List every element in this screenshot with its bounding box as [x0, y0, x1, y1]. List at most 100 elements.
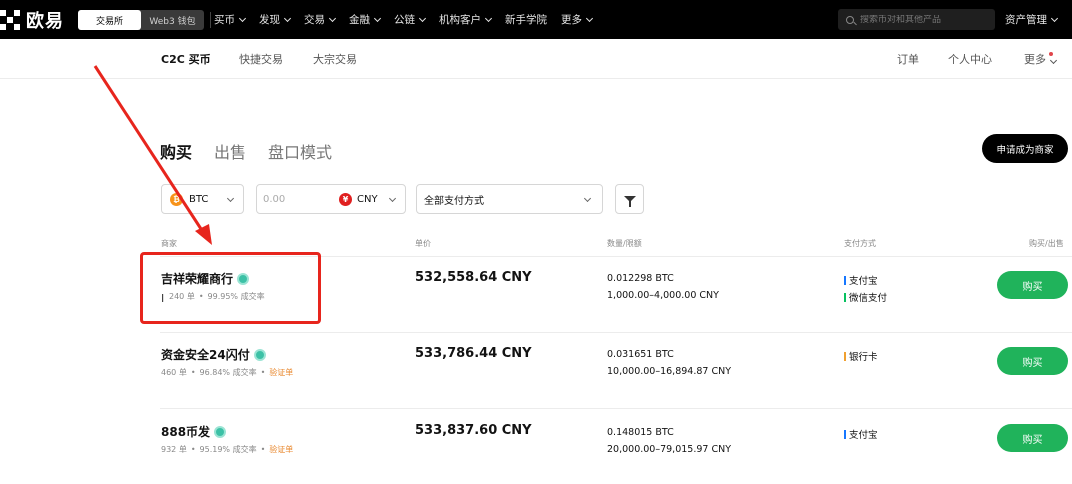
profile-link[interactable]: 个人中心: [948, 51, 992, 67]
switch-exchange[interactable]: 交易所: [78, 10, 141, 30]
fiat-value[interactable]: CNY: [357, 194, 378, 205]
amount-field[interactable]: ¥ CNY: [256, 184, 406, 214]
search-input[interactable]: [860, 14, 990, 25]
nav-buy-crypto[interactable]: 买币: [214, 12, 247, 27]
tab-c2c-buy[interactable]: C2C 买币: [161, 51, 211, 67]
merchant-name[interactable]: 资金安全24闪付: [161, 346, 266, 363]
unit-price: 533,786.44 CNY: [415, 346, 532, 361]
amount-input[interactable]: [263, 193, 333, 205]
merchant-stats: 932 单 • 95.19% 成交率 • 验证单: [161, 445, 294, 454]
payment-label: 支付宝: [849, 430, 878, 441]
order-limit: 1,000.00–4,000.00 CNY: [607, 290, 719, 301]
chevron-down-icon: [583, 194, 592, 203]
okx-logo-icon: [0, 10, 20, 30]
payment-method-select[interactable]: 全部支付方式: [416, 184, 603, 214]
col-payment: 支付方式: [844, 239, 876, 248]
coin-value: BTC: [189, 193, 209, 205]
chevron-down-icon: [328, 14, 337, 22]
nav-label: 新手学院: [505, 14, 547, 26]
tab-express[interactable]: 快捷交易: [239, 51, 283, 67]
merchant-name[interactable]: 888币发: [161, 423, 227, 440]
chevron-down-icon: [388, 194, 397, 203]
order-limit: 20,000.00–79,015.97 CNY: [607, 444, 732, 455]
buy-button[interactable]: 购买: [997, 271, 1068, 299]
assets-menu[interactable]: 资产管理: [1005, 0, 1059, 39]
tab-sell[interactable]: 出售: [214, 139, 246, 163]
nav-more[interactable]: 更多: [561, 12, 594, 27]
merchant-stats: 460 单 • 96.84% 成交率 • 验证单: [161, 368, 294, 377]
nav-institutional[interactable]: 机构客户: [439, 12, 493, 27]
nav-academy[interactable]: 新手学院: [505, 12, 547, 27]
available-quantity: 0.148015 BTC: [607, 427, 674, 438]
col-merchant: 商家: [161, 239, 177, 248]
chevron-down-icon: [283, 14, 292, 22]
bank-card-icon: [844, 351, 846, 361]
annotation-highlight-box: [140, 252, 321, 324]
chevron-down-icon: [484, 14, 493, 22]
buy-button[interactable]: 购买: [997, 347, 1068, 375]
nav-chain[interactable]: 公链: [394, 12, 427, 27]
more-label: 更多: [1024, 53, 1046, 66]
btc-icon: ₿: [170, 192, 183, 206]
product-switch[interactable]: 交易所 Web3 钱包: [78, 10, 204, 30]
arrow-head: [195, 224, 212, 245]
divider: [210, 12, 211, 28]
filter-button[interactable]: [615, 184, 644, 214]
tab-orderbook-mode[interactable]: 盘口模式: [268, 139, 332, 163]
nav-trade[interactable]: 交易: [304, 12, 337, 27]
payment-label: 支付宝: [849, 276, 878, 287]
nav-finance[interactable]: 金融: [349, 12, 382, 27]
nav-label: 买币: [214, 14, 235, 26]
text-cursor-icon: I: [161, 292, 165, 305]
unit-price: 532,558.64 CNY: [415, 270, 532, 285]
col-action: 购买/出售: [1029, 239, 1064, 248]
alipay-icon: [844, 429, 846, 439]
assets-label: 资产管理: [1005, 14, 1047, 26]
top-navbar: 欧易 交易所 Web3 钱包 买币 发现 交易 金融 公链 机构客户 新手学院 …: [0, 0, 1072, 39]
available-quantity: 0.031651 BTC: [607, 349, 674, 360]
certified-badge: 验证单: [269, 445, 294, 454]
nav-label: 机构客户: [439, 14, 481, 26]
main-nav: 买币 发现 交易 金融 公链 机构客户 新手学院 更多: [214, 0, 606, 39]
apply-merchant-button[interactable]: 申请成为商家: [982, 134, 1068, 163]
wechat-pay-icon: [844, 292, 846, 302]
nav-label: 公链: [394, 14, 415, 26]
unit-price: 533,837.60 CNY: [415, 423, 532, 438]
chevron-down-icon: [1049, 56, 1058, 65]
order-limit: 10,000.00–16,894.87 CNY: [607, 366, 732, 377]
completion-rate: 95.19% 成交率: [199, 445, 257, 454]
nav-label: 交易: [304, 14, 325, 26]
payment-label: 银行卡: [849, 352, 878, 363]
verified-badge-icon: [253, 348, 266, 361]
chevron-down-icon: [418, 14, 427, 22]
switch-web3-wallet[interactable]: Web3 钱包: [141, 10, 204, 30]
buy-button[interactable]: 购买: [997, 424, 1068, 452]
certified-badge: 验证单: [269, 368, 294, 377]
orders-link[interactable]: 订单: [897, 51, 919, 67]
coin-select[interactable]: ₿ BTC: [161, 184, 244, 214]
nav-label: 更多: [561, 14, 582, 26]
chevron-down-icon: [585, 14, 594, 22]
chevron-down-icon: [1050, 14, 1059, 22]
payment-method: 银行卡: [844, 349, 878, 363]
nav-discover[interactable]: 发现: [259, 12, 292, 27]
payment-method: 微信支付: [844, 290, 887, 304]
nav-label: 金融: [349, 14, 370, 26]
chevron-down-icon: [373, 14, 382, 22]
payment-label: 微信支付: [849, 293, 888, 304]
tab-buy[interactable]: 购买: [160, 139, 192, 163]
tab-block-trade[interactable]: 大宗交易: [313, 51, 357, 67]
table-row: 888币发 932 单 • 95.19% 成交率 • 验证单 533,837.60 CN…: [0, 408, 1072, 484]
order-count: 932 单: [161, 445, 187, 454]
verified-badge-icon: [214, 425, 227, 438]
trade-tabs: 购买 出售 盘口模式: [160, 139, 354, 163]
search-box[interactable]: [838, 9, 995, 30]
col-price: 单价: [415, 239, 431, 248]
payment-method-value: 全部支付方式: [424, 195, 484, 207]
logo[interactable]: 欧易: [0, 9, 64, 32]
completion-rate: 96.84% 成交率: [199, 368, 257, 377]
search-icon: [846, 15, 854, 24]
table-row: 资金安全24闪付 460 单 • 96.84% 成交率 • 验证单 533,786.44…: [0, 332, 1072, 408]
merchant-name-text: 资金安全24闪付: [161, 348, 250, 362]
chevron-down-icon: [226, 194, 235, 203]
